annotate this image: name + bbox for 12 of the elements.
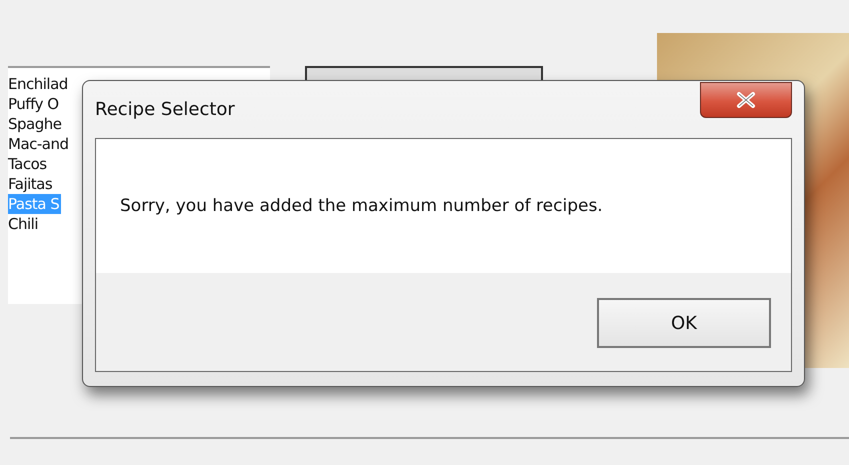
recipe-list-item[interactable]: Spaghe	[8, 114, 64, 134]
close-button[interactable]	[700, 82, 792, 118]
recipe-list-item[interactable]: Mac-and	[8, 134, 71, 154]
recipe-list-item[interactable]: Fajitas	[8, 174, 54, 194]
recipe-list-item[interactable]: Puffy O	[8, 94, 61, 114]
recipe-list-item[interactable]: Tacos	[8, 154, 49, 174]
dialog-title: Recipe Selector	[95, 99, 235, 120]
recipe-list-item[interactable]: Chili	[8, 214, 40, 234]
ok-button[interactable]: OK	[597, 298, 771, 348]
close-icon	[736, 92, 756, 108]
recipe-list-item[interactable]: Enchilad	[8, 74, 70, 94]
dialog-message: Sorry, you have added the maximum number of recipes.	[120, 196, 603, 216]
